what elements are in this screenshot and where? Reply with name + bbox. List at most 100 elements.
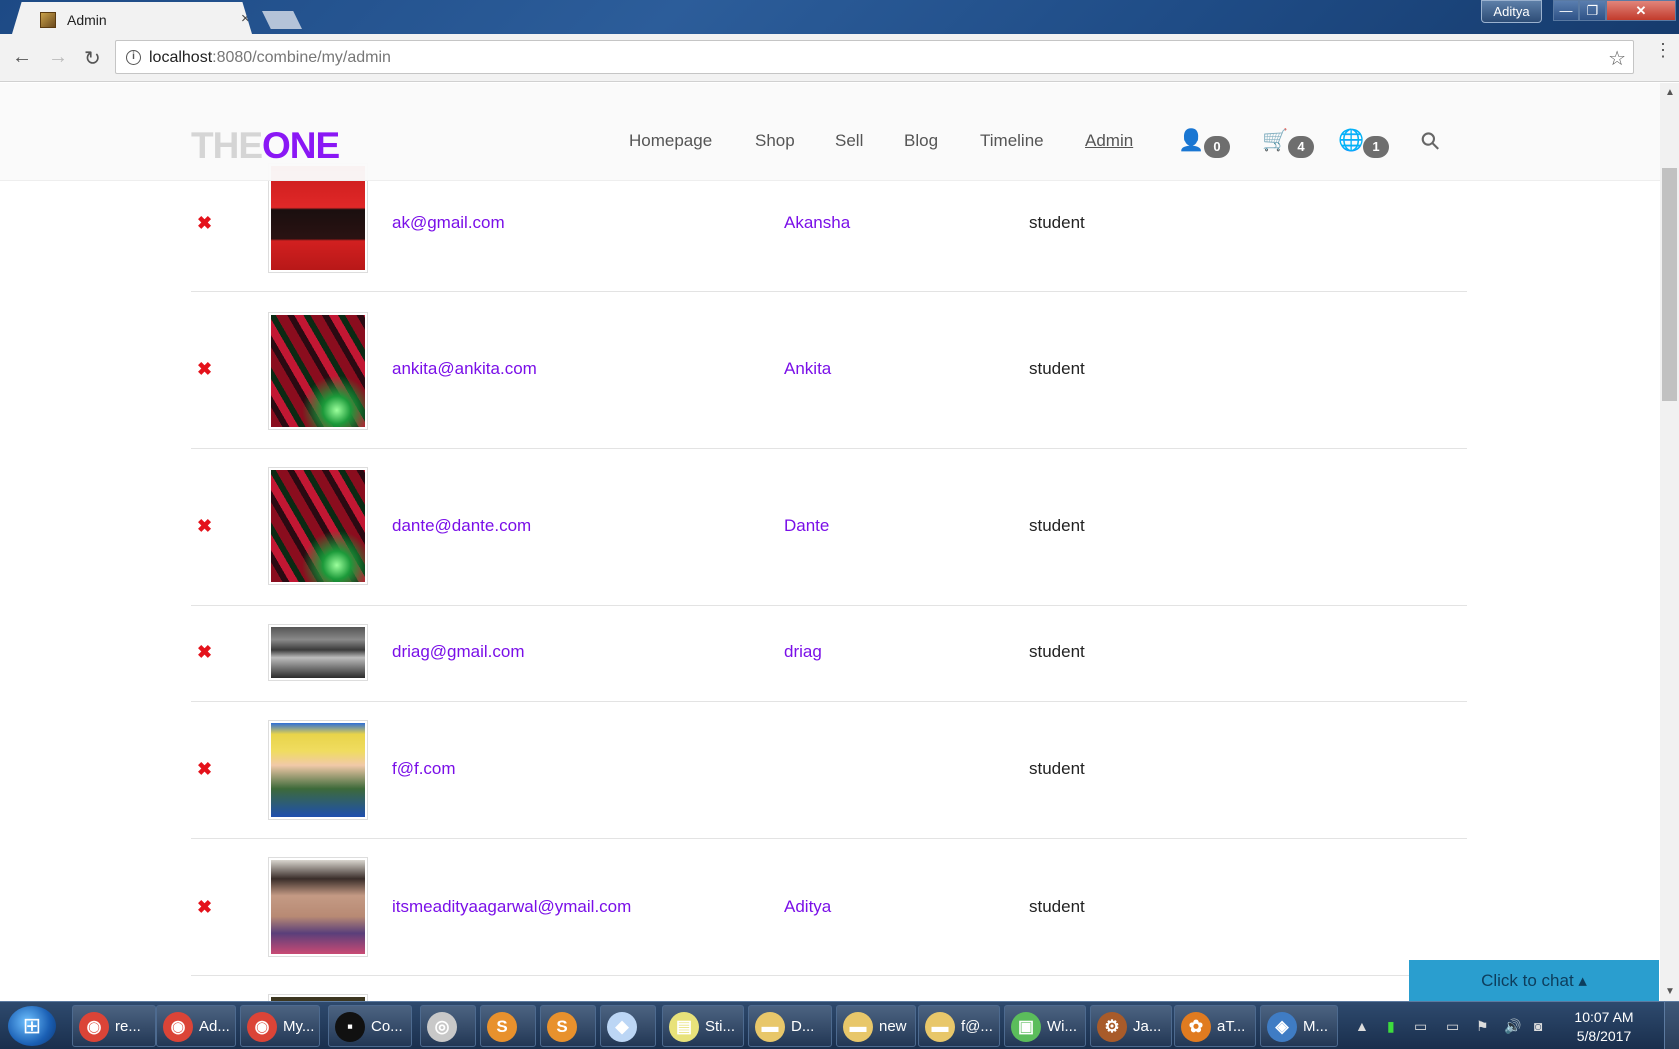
taskbar-item-label: Ja... xyxy=(1133,1018,1162,1035)
nav-timeline[interactable]: Timeline xyxy=(980,131,1044,151)
show-desktop-button[interactable] xyxy=(1664,1002,1679,1049)
delete-user-icon[interactable]: ✖ xyxy=(197,516,212,537)
taskbar-item[interactable]: ◈ M... xyxy=(1260,1005,1338,1047)
site-info-icon[interactable]: i xyxy=(126,50,141,65)
taskbar-item-label: new xyxy=(879,1018,907,1035)
close-window-button[interactable]: ✕ xyxy=(1606,0,1676,21)
user-email[interactable]: dante@dante.com xyxy=(392,516,531,536)
delete-user-icon[interactable]: ✖ xyxy=(197,359,212,380)
taskbar-item[interactable]: ▬ f@... xyxy=(918,1005,1000,1047)
taskbar-item[interactable]: ⚙ Ja... xyxy=(1090,1005,1172,1047)
delete-user-icon[interactable]: ✖ xyxy=(197,642,212,663)
nav-shop[interactable]: Shop xyxy=(755,131,795,151)
avatar-image xyxy=(271,627,365,678)
scroll-up-icon[interactable]: ▲ xyxy=(1665,87,1675,98)
taskbar-item[interactable]: ▣ Wi... xyxy=(1004,1005,1086,1047)
taskbar-item[interactable]: ✿ aT... xyxy=(1174,1005,1256,1047)
taskbar-item[interactable]: ◉ re... xyxy=(72,1005,156,1047)
taskbar-item[interactable]: S xyxy=(480,1005,536,1047)
page-scrollbar[interactable]: ▲ ▼ xyxy=(1660,83,1679,1001)
start-button[interactable]: ⊞ xyxy=(8,1006,56,1046)
delete-user-icon[interactable]: ✖ xyxy=(197,897,212,918)
scroll-down-icon[interactable]: ▼ xyxy=(1665,986,1675,997)
tray-drive-icon[interactable]: ▭ xyxy=(1414,1018,1427,1035)
chrome-icon: ◉ xyxy=(247,1012,277,1042)
user-name[interactable]: Ankita xyxy=(784,359,831,379)
tray-volume-icon[interactable]: 🔊 xyxy=(1504,1018,1521,1035)
logo-the: THE xyxy=(191,125,263,166)
forward-arrow-icon[interactable]: → xyxy=(48,46,68,69)
nav-sell[interactable]: Sell xyxy=(835,131,863,151)
user-name[interactable]: Aditya xyxy=(784,897,831,917)
site-logo[interactable]: THEONE xyxy=(191,125,340,167)
minimize-button[interactable]: — xyxy=(1553,0,1579,21)
maximize-button[interactable]: ❐ xyxy=(1579,0,1606,21)
tray-drive-icon[interactable]: ▭ xyxy=(1446,1018,1459,1035)
chrome-icon: ◉ xyxy=(163,1012,193,1042)
java-ee-icon: ⚙ xyxy=(1097,1012,1127,1042)
user-name[interactable]: driag xyxy=(784,642,822,662)
user-name[interactable]: Akansha xyxy=(784,213,850,233)
tray-battery-icon[interactable]: ▮ xyxy=(1387,1018,1395,1035)
delete-user-icon[interactable]: ✖ xyxy=(197,759,212,780)
avatar-image xyxy=(271,315,365,427)
nav-blog[interactable]: Blog xyxy=(904,131,938,151)
taskbar-item[interactable]: ◉ Ad... xyxy=(156,1005,236,1047)
avatar-image xyxy=(271,166,365,270)
folder-icon: ▬ xyxy=(843,1012,873,1042)
address-bar[interactable]: i localhost:8080/combine/my/admin ☆ xyxy=(115,40,1634,74)
avatar xyxy=(268,624,368,681)
user-name[interactable]: Dante xyxy=(784,516,829,536)
taskbar-item[interactable]: S xyxy=(540,1005,596,1047)
user-role: student xyxy=(1029,213,1085,232)
tray-nvidia-icon[interactable]: ◙ xyxy=(1534,1018,1542,1034)
avatar-image xyxy=(271,860,365,954)
new-tab-button[interactable] xyxy=(262,11,302,29)
taskbar-item[interactable]: ▤ Sti... xyxy=(662,1005,744,1047)
user-email[interactable]: f@f.com xyxy=(392,759,456,779)
profile-user-badge[interactable]: Aditya xyxy=(1481,0,1542,23)
tomcat-icon: ✿ xyxy=(1181,1012,1211,1042)
url-text[interactable]: localhost:8080/combine/my/admin xyxy=(149,49,391,67)
scrollbar-thumb[interactable] xyxy=(1662,168,1677,401)
avatar-image xyxy=(271,723,365,817)
tray-expand-icon[interactable]: ▲ xyxy=(1355,1018,1369,1034)
taskbar-clock[interactable]: 10:07 AM 5/8/2017 xyxy=(1567,1008,1641,1046)
taskbar-item-label: D... xyxy=(791,1018,815,1035)
cart-icon[interactable]: 🛒 xyxy=(1262,129,1288,153)
table-row: ✖ ankita@ankita.com Ankita student xyxy=(191,292,1467,449)
taskbar-item[interactable]: ▬ new xyxy=(836,1005,916,1047)
taskbar-item[interactable]: ◉ My... xyxy=(240,1005,320,1047)
cube-icon: ◆ xyxy=(607,1012,637,1042)
avatar-image xyxy=(271,470,365,582)
taskbar-item[interactable]: ▪ Co... xyxy=(328,1005,412,1047)
tab-close-icon[interactable]: × xyxy=(241,10,250,27)
browser-menu-icon[interactable]: ⋮ xyxy=(1654,41,1672,59)
chrome-icon: ◉ xyxy=(79,1012,109,1042)
bookmark-star-icon[interactable]: ☆ xyxy=(1608,46,1626,71)
nav-homepage[interactable]: Homepage xyxy=(629,131,712,151)
tray-flag-icon[interactable]: ⚑ xyxy=(1476,1018,1489,1035)
browser-tab-admin[interactable]: Admin × xyxy=(12,2,252,34)
nav-admin[interactable]: Admin xyxy=(1085,131,1133,151)
back-arrow-icon[interactable]: ← xyxy=(12,46,32,69)
delete-user-icon[interactable]: ✖ xyxy=(197,213,212,234)
reload-icon[interactable]: ↻ xyxy=(84,46,101,71)
mysql-workbench-icon: ◈ xyxy=(1267,1012,1297,1042)
taskbar-item[interactable]: ◆ xyxy=(600,1005,656,1047)
clock-date: 5/8/2017 xyxy=(1576,1028,1632,1044)
user-email[interactable]: ak@gmail.com xyxy=(392,213,505,233)
globe-notification-icon[interactable]: 🌐 xyxy=(1338,129,1364,153)
avatar xyxy=(268,857,368,957)
taskbar-item-label: Wi... xyxy=(1047,1018,1077,1035)
taskbar-item[interactable]: ◎ xyxy=(420,1005,476,1047)
user-email[interactable]: itsmeadityaagarwal@ymail.com xyxy=(392,897,631,917)
user-icon[interactable]: 👤 xyxy=(1178,129,1204,153)
search-icon[interactable]: ⚲ xyxy=(1414,125,1447,158)
user-email[interactable]: driag@gmail.com xyxy=(392,642,525,662)
taskbar-item[interactable]: ▬ D... xyxy=(748,1005,832,1047)
click-to-chat-button[interactable]: Click to chat ▴ xyxy=(1409,960,1659,1001)
folder-icon: ▬ xyxy=(755,1012,785,1042)
user-email[interactable]: ankita@ankita.com xyxy=(392,359,537,379)
avatar xyxy=(268,994,368,1001)
